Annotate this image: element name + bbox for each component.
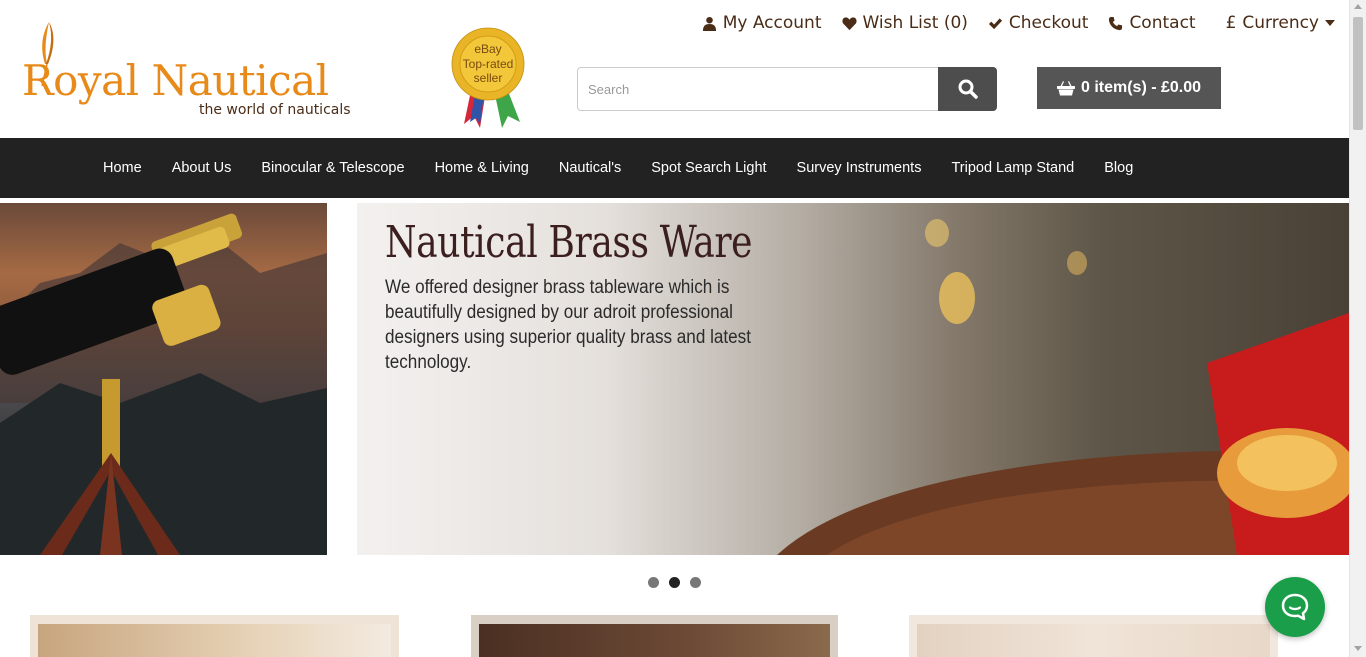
category-tile-1[interactable] [30, 615, 399, 657]
page-scrollbar[interactable] [1349, 0, 1366, 657]
carousel-dot-3[interactable] [690, 577, 701, 588]
cart-label: 0 item(s) - £0.00 [1080, 79, 1202, 96]
checkout-label: Checkout [1008, 13, 1089, 33]
search-icon [958, 79, 978, 99]
search-button[interactable] [938, 67, 997, 111]
nav-item-home-living[interactable]: Home & Living [420, 160, 544, 176]
carousel-dot-1[interactable] [648, 577, 659, 588]
logo-tagline: the world of nauticals [199, 102, 351, 118]
badge-line3: seller [474, 71, 503, 85]
category-tile-2[interactable] [471, 615, 838, 657]
scroll-down-arrow-icon[interactable] [1354, 646, 1362, 651]
wish-list-link[interactable]: Wish List (0) [841, 13, 968, 33]
ebay-top-rated-badge: eBay Top-rated seller [451, 27, 525, 128]
currency-dropdown[interactable]: £ Currency [1226, 13, 1335, 33]
contact-label: Contact [1129, 13, 1196, 33]
user-icon [702, 16, 716, 31]
nautical-brass-ware-slide: Nautical Brass Ware We offered designer … [357, 203, 1349, 555]
carousel-dots [648, 577, 701, 588]
carousel-dot-2[interactable] [669, 577, 680, 588]
cart-button[interactable]: 0 item(s) - £0.00 [1037, 67, 1221, 109]
slide-description: We offered designer brass tableware whic… [385, 277, 751, 373]
telescope-illustration [0, 213, 327, 555]
search-bar [577, 67, 997, 111]
category-tile-1-image [38, 624, 391, 657]
site-logo[interactable]: Royal Nautical the world of nauticals [20, 20, 360, 125]
my-account-label: My Account [722, 13, 822, 33]
checkout-link[interactable]: Checkout [988, 13, 1089, 33]
chat-bubble-icon [1281, 593, 1309, 621]
live-chat-button[interactable] [1265, 577, 1325, 637]
page: Royal Nautical the world of nauticals eB… [0, 0, 1366, 657]
heart-icon [841, 16, 857, 30]
nav-item-blog[interactable]: Blog [1089, 160, 1148, 176]
hero-carousel[interactable]: Nautical Brass Ware We offered designer … [0, 203, 1349, 555]
category-tile-2-image [479, 624, 830, 657]
currency-label: Currency [1242, 13, 1319, 33]
slide-title: Nautical Brass Ware [385, 217, 753, 268]
nav-item-home[interactable]: Home [88, 160, 157, 176]
nav-item-spot-search-light[interactable]: Spot Search Light [636, 160, 781, 176]
my-account-link[interactable]: My Account [702, 13, 822, 33]
nav-item-survey-instruments[interactable]: Survey Instruments [782, 160, 937, 176]
check-icon [988, 17, 1002, 29]
main-nav: Home About Us Binocular & Telescope Home… [0, 138, 1349, 198]
phone-icon [1109, 16, 1123, 30]
scroll-up-arrow-icon[interactable] [1354, 4, 1362, 9]
wish-list-label: Wish List (0) [862, 13, 968, 33]
header: Royal Nautical the world of nauticals eB… [0, 0, 1349, 138]
scrollbar-thumb[interactable] [1353, 17, 1363, 130]
search-input[interactable] [577, 67, 938, 111]
currency-symbol: £ [1225, 13, 1237, 33]
nav-item-tripod-lamp-stand[interactable]: Tripod Lamp Stand [936, 160, 1089, 176]
caret-down-icon [1325, 20, 1335, 26]
logo-name: Royal Nautical [22, 56, 329, 105]
badge-line1: eBay [474, 42, 501, 56]
badge-line2: Top-rated [463, 57, 514, 71]
nav-item-binocular-telescope[interactable]: Binocular & Telescope [246, 160, 419, 176]
telescope-slide-image [0, 203, 327, 555]
contact-link[interactable]: Contact [1108, 13, 1196, 33]
shopping-basket-icon [1056, 81, 1075, 96]
top-links: My Account Wish List (0) Checkout Contac… [702, 13, 1335, 33]
nav-item-nauticals[interactable]: Nautical's [544, 160, 636, 176]
category-tile-3-image [917, 624, 1270, 657]
category-tile-3[interactable] [909, 615, 1278, 657]
nav-item-about-us[interactable]: About Us [157, 160, 247, 176]
